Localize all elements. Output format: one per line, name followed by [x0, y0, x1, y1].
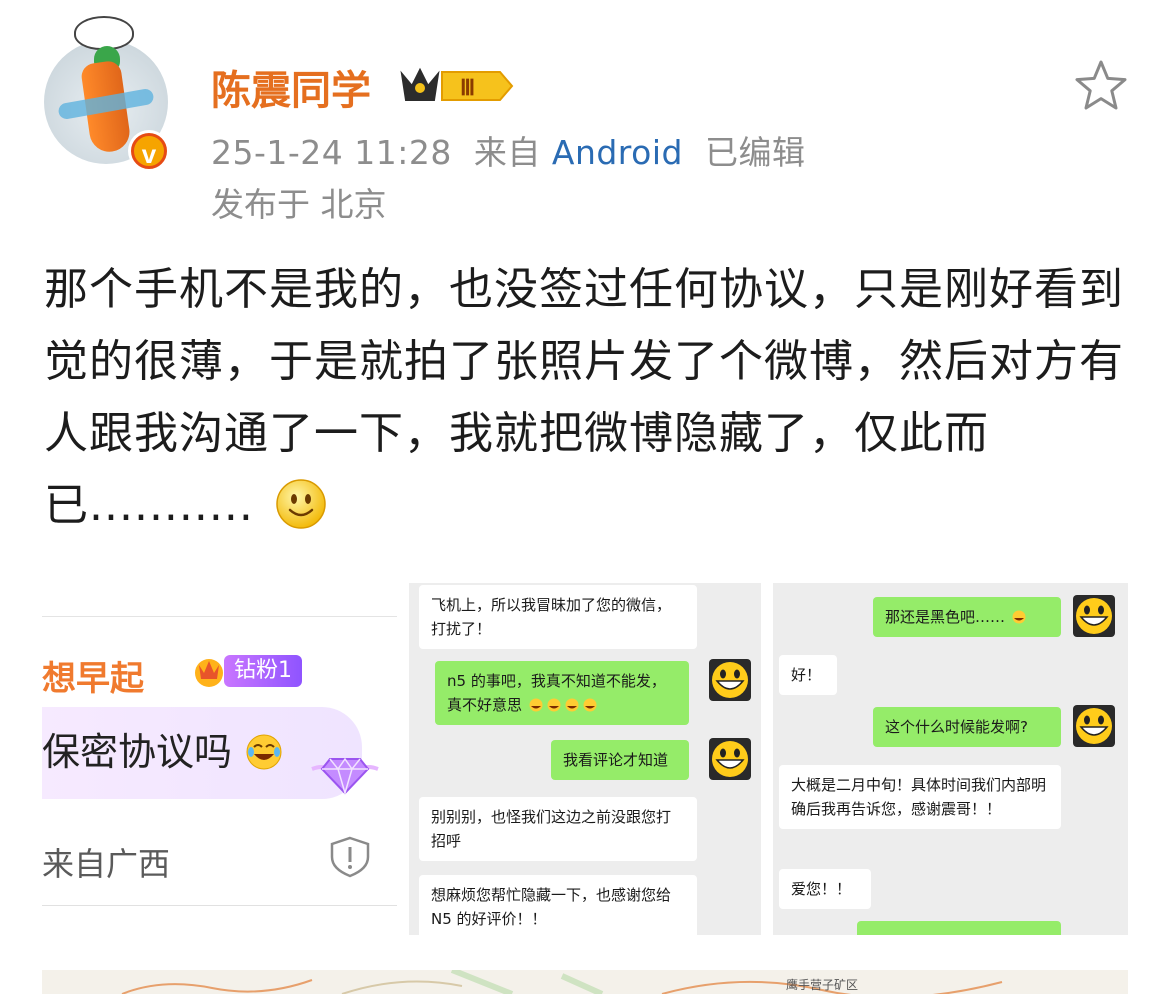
chat-message: 这个什么时候能发啊?	[873, 707, 1061, 747]
username[interactable]: 陈震同学	[211, 58, 371, 116]
chat-message: 想麻烦您帮忙隐藏一下，也感谢您给 N5 的好评价！！	[419, 875, 697, 935]
laugh-cry-emoji-icon	[246, 734, 282, 770]
smile-emoji-icon	[276, 479, 326, 529]
commenter-name: 想早起	[42, 659, 144, 699]
divider	[42, 905, 397, 906]
comment-location: 来自广西	[42, 845, 171, 883]
chat-message: 好！	[779, 655, 837, 695]
post-location: 发布于 北京	[211, 185, 387, 224]
map-label: 鹰手营子矿区	[786, 978, 859, 992]
laugh-cry-emoji-icon	[547, 698, 561, 712]
gem-icon	[311, 757, 379, 796]
star-favorite-icon[interactable]	[1073, 58, 1129, 114]
chat-message: 飞机上，所以我冒昧加了您的微信，打扰了！	[419, 585, 697, 649]
grin-avatar-icon	[1073, 705, 1115, 747]
verified-v-icon: v	[128, 130, 170, 172]
fan-badge: 钻粉1	[192, 653, 302, 689]
edited-label[interactable]: 已编辑	[705, 133, 806, 172]
post-image-1[interactable]: 想早起 钻粉1 保密协议吗 来自广西	[42, 583, 397, 935]
from-prefix: 来自	[473, 133, 541, 172]
laugh-cry-emoji-icon	[529, 698, 543, 712]
post-date: 25-1-24 11:28	[211, 133, 452, 172]
source-link[interactable]: Android	[552, 133, 683, 172]
post-image-3[interactable]: 那还是黑色吧…… 好！ 这个什么时候能发啊? 大概是二月中旬！具体时间我们内部明…	[773, 583, 1128, 935]
laugh-cry-emoji-icon	[565, 698, 579, 712]
chat-message: 大概是二月中旬！具体时间我们内部明确后我再告诉您，感谢震哥！！	[779, 765, 1061, 829]
warning-icon[interactable]	[328, 835, 372, 879]
crown-fan-icon	[195, 659, 223, 687]
chat-message-partial	[857, 921, 1061, 935]
post-body: 那个手机不是我的，也没签过任何协议，只是刚好看到觉的很薄，于是就拍了张照片发了个…	[44, 254, 1134, 542]
image1-top-strip	[42, 583, 397, 617]
laugh-cry-emoji-icon	[1012, 610, 1026, 624]
weibo-post: v 陈震同学 Ⅲ 25-1-24 11:28 来自 Android 已编辑 发布…	[0, 0, 1170, 994]
chat-message: 那还是黑色吧……	[873, 597, 1061, 637]
grin-avatar-icon	[709, 738, 751, 780]
chat-message: 爱您！！	[779, 869, 871, 909]
post-image-2[interactable]: 飞机上，所以我冒昧加了您的微信，打扰了！ n5 的事吧，我真不知道不能发，真不好…	[409, 583, 761, 935]
map-graphic	[121, 970, 1003, 994]
bunny-ornament	[74, 16, 134, 50]
laugh-cry-emoji-icon	[583, 698, 597, 712]
grin-avatar-icon	[709, 659, 751, 701]
chat-message: 别别别，也怪我们这边之前没跟您打招呼	[419, 797, 697, 861]
comment-text: 保密协议吗	[42, 721, 284, 776]
post-meta: 25-1-24 11:28 来自 Android 已编辑	[211, 126, 805, 174]
crown-level-icon[interactable]: Ⅲ	[398, 64, 516, 108]
post-body-text: 那个手机不是我的，也没签过任何协议，只是刚好看到觉的很薄，于是就拍了张照片发了个…	[44, 264, 1124, 531]
chat-message: n5 的事吧，我真不知道不能发，真不好意思	[435, 661, 689, 725]
chat-message: 我看评论才知道	[551, 740, 689, 780]
grin-avatar-icon	[1073, 595, 1115, 637]
level-badge-text: Ⅲ	[460, 75, 475, 100]
fan-badge-label: 钻粉1	[224, 655, 302, 687]
post-image-4[interactable]: 鹰手营子矿区	[42, 970, 1128, 994]
